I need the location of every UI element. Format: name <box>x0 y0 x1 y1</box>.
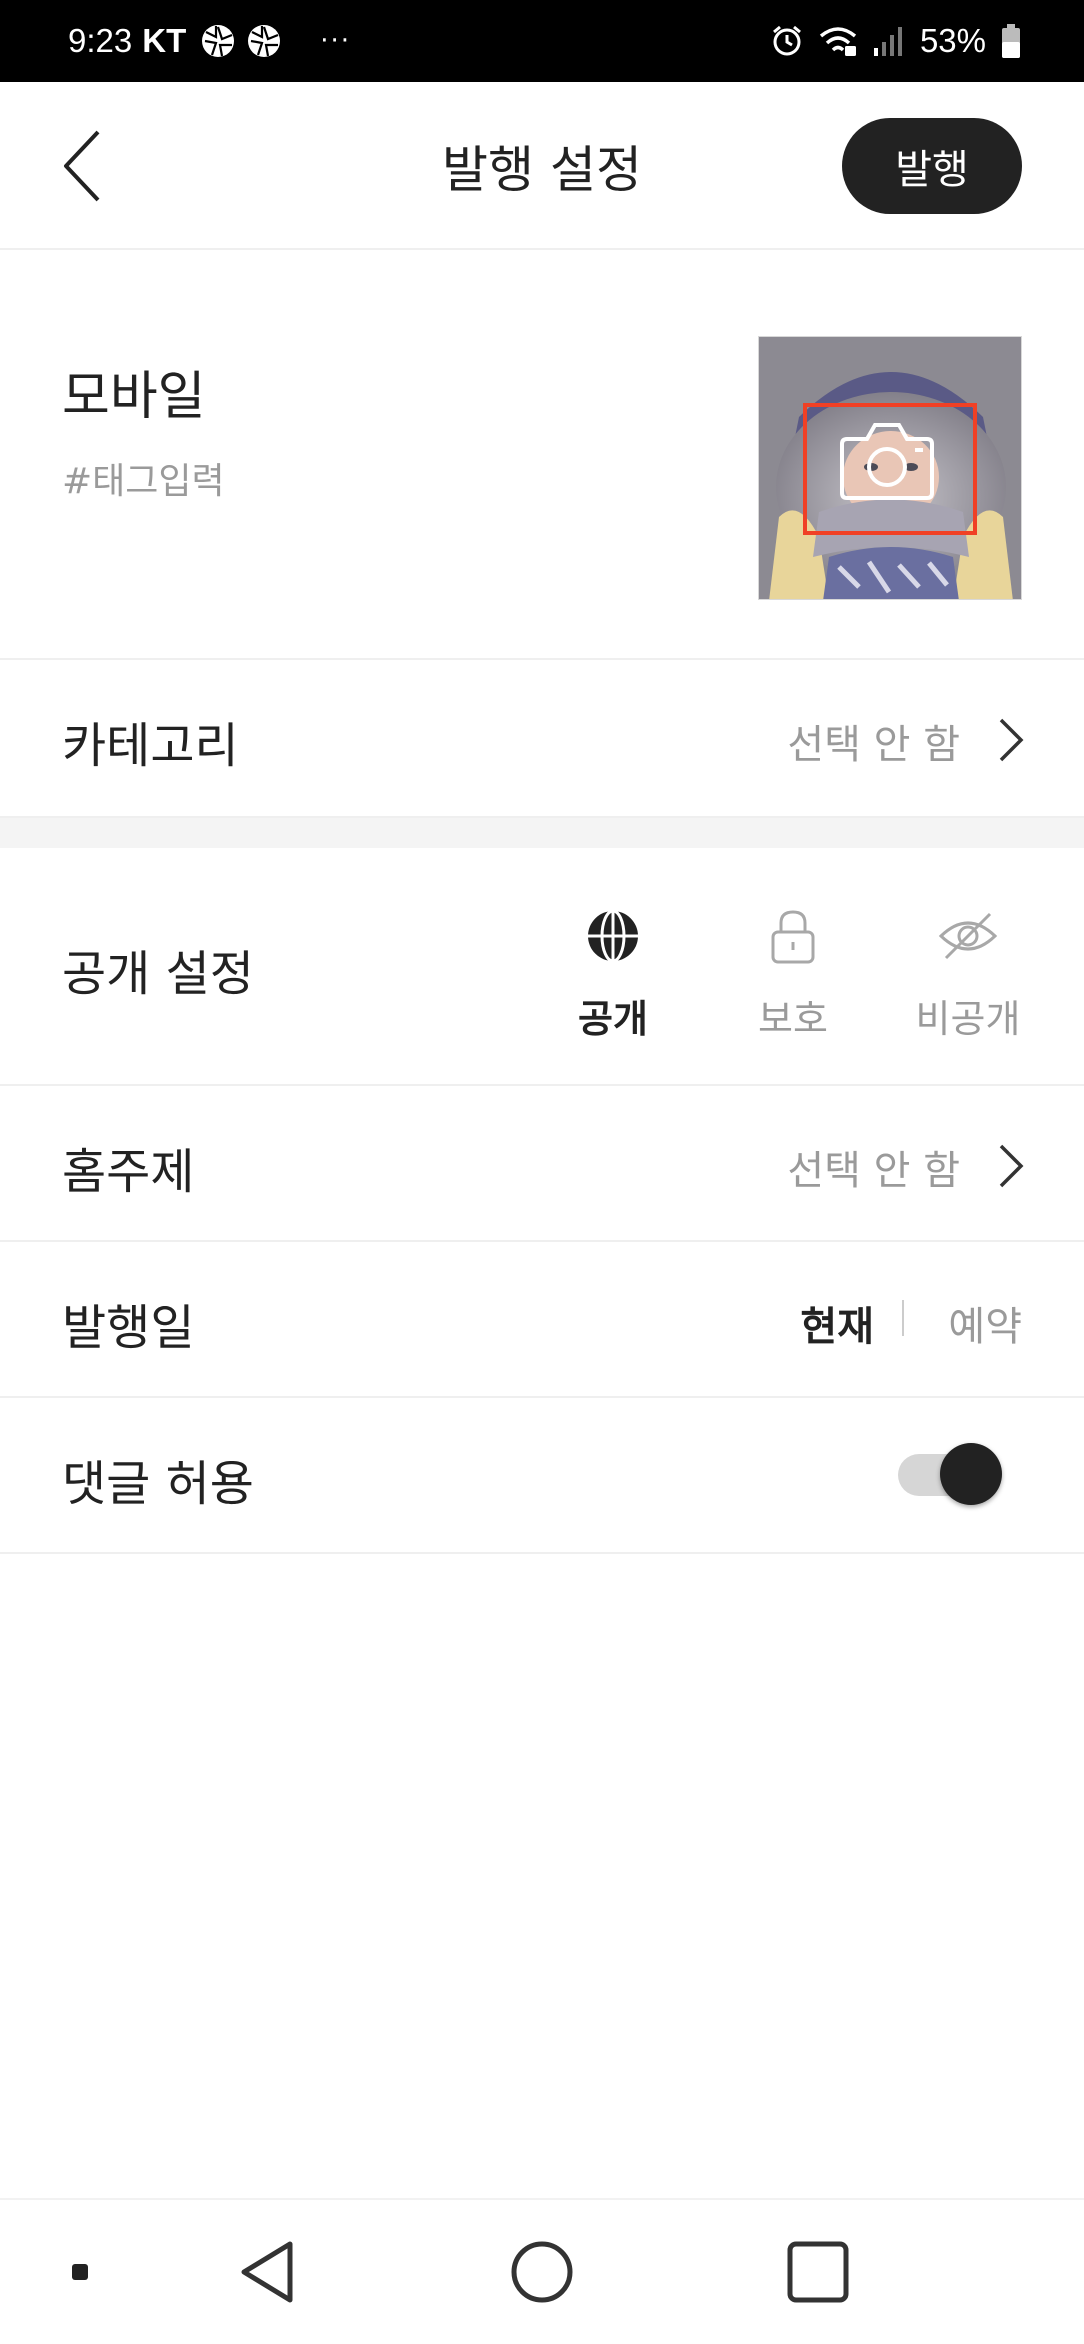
home-topic-label: 홈주제 <box>62 1144 195 1200</box>
system-nav-bar <box>0 2198 1084 2344</box>
visibility-option-private[interactable]: 비공개 <box>908 906 1028 1043</box>
allow-comments-label: 댓글 허용 <box>62 1456 254 1512</box>
visibility-option-label: 공개 <box>578 997 648 1041</box>
nav-overview-button[interactable] <box>776 2236 860 2308</box>
visibility-option-public[interactable]: 공개 <box>553 906 673 1043</box>
visibility-option-protected[interactable]: 보호 <box>733 906 853 1043</box>
eye-off-icon <box>938 912 998 960</box>
lock-icon <box>771 910 815 964</box>
visibility-option-label: 보호 <box>758 997 828 1041</box>
nav-back-button[interactable] <box>226 2236 310 2308</box>
publish-button[interactable]: 발행 <box>842 118 1022 214</box>
back-triangle-icon <box>241 2241 293 2303</box>
tag-input[interactable]: #태그입력 <box>62 452 225 504</box>
chevron-right-icon <box>999 718 1024 762</box>
publish-date-row: 발행일 현재 예약 <box>0 1242 1084 1398</box>
status-time: 9:23 <box>68 22 133 59</box>
home-circle-icon <box>511 2241 573 2303</box>
recents-dot-icon <box>72 2264 88 2280</box>
category-row[interactable]: 카테고리 선택 안 함 <box>0 660 1084 818</box>
visibility-row: 공개 설정 공개 보호 비공개 <box>0 848 1084 1086</box>
battery-percent: 53% <box>919 22 986 59</box>
wifi-icon <box>819 27 857 56</box>
visibility-label: 공개 설정 <box>62 946 254 1002</box>
overview-square-icon <box>787 2241 849 2303</box>
divider <box>902 1300 904 1336</box>
app-header: 발행 설정 발행 <box>0 82 1084 250</box>
home-topic-value: 선택 안 함 <box>787 1148 960 1194</box>
category-value: 선택 안 함 <box>787 722 960 768</box>
globe-icon <box>588 909 638 963</box>
home-topic-row[interactable]: 홈주제 선택 안 함 <box>0 1086 1084 1242</box>
status-carrier: KT <box>142 22 187 59</box>
publish-scheduled-option[interactable]: 예약 <box>948 1294 1022 1352</box>
post-info-section: 모바일 #태그입력 <box>0 252 1084 660</box>
toggle-knob <box>940 1443 1002 1505</box>
cover-image-button[interactable] <box>758 336 1022 600</box>
section-divider <box>0 818 1084 848</box>
publish-date-label: 발행일 <box>62 1300 195 1356</box>
status-bar: 9:23 KT ··· 53% <box>0 0 1084 82</box>
aperture-icon <box>248 25 281 57</box>
allow-comments-row: 댓글 허용 <box>0 1398 1084 1554</box>
nav-home-button[interactable] <box>502 2236 582 2308</box>
camera-icon <box>840 423 934 500</box>
publish-now-option[interactable]: 현재 <box>800 1294 874 1352</box>
status-bar-right: 53% <box>770 18 1022 64</box>
alarm-icon <box>772 25 801 56</box>
chevron-right-icon <box>999 1144 1024 1188</box>
aperture-icon <box>202 25 235 57</box>
visibility-option-label: 비공개 <box>915 997 1021 1041</box>
category-label: 카테고리 <box>62 718 239 774</box>
recents-button[interactable] <box>62 2254 98 2290</box>
status-overflow: ··· <box>320 26 352 56</box>
signal-icon <box>873 27 902 56</box>
battery-icon <box>1002 24 1020 58</box>
post-title[interactable]: 모바일 <box>62 354 206 429</box>
status-bar-left: 9:23 KT ··· <box>68 18 351 64</box>
